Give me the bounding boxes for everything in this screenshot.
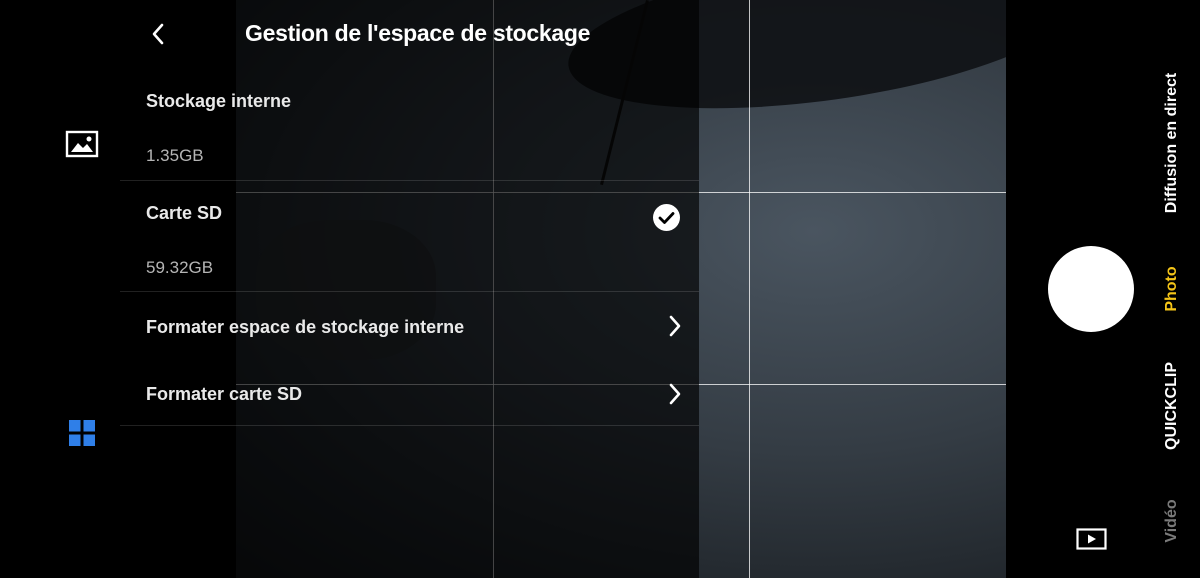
mode-quickclip[interactable]: QUICKCLIP: [1163, 362, 1181, 450]
sd-card-size: 59.32GB: [146, 258, 214, 277]
format-sd-option[interactable]: Formater carte SD: [120, 360, 699, 426]
mode-video[interactable]: Vidéo: [1163, 499, 1181, 542]
format-internal-label: Formater espace de stockage interne: [146, 317, 465, 337]
sd-card-option[interactable]: Carte SD 59.32GB: [120, 181, 699, 292]
format-internal-option[interactable]: Formater espace de stockage interne: [120, 292, 699, 359]
check-circle-icon: [653, 204, 680, 231]
internal-storage-option[interactable]: Stockage interne 1.35GB: [120, 70, 699, 181]
internal-storage-size: 1.35GB: [146, 146, 204, 165]
internal-storage-label: Stockage interne: [146, 91, 292, 111]
grid-line: [749, 0, 750, 578]
page-title: Gestion de l'espace de stockage: [245, 20, 591, 46]
mode-photo[interactable]: Photo: [1163, 266, 1181, 311]
grid-icon[interactable]: [69, 420, 95, 446]
format-sd-label: Formater carte SD: [146, 384, 303, 404]
panel-header: Gestion de l'espace de stockage: [120, 0, 699, 70]
gallery-icon[interactable]: [65, 130, 99, 158]
shutter-button[interactable]: [1048, 246, 1134, 332]
mode-live-stream[interactable]: Diffusion en direct: [1163, 73, 1181, 213]
chevron-right-icon: [665, 382, 685, 406]
back-button[interactable]: [142, 18, 174, 50]
playback-icon[interactable]: [1076, 528, 1107, 550]
storage-settings-panel: Gestion de l'espace de stockage Stockage…: [120, 0, 699, 578]
chevron-left-icon: [152, 23, 164, 45]
sd-card-label: Carte SD: [146, 203, 223, 223]
chevron-right-icon: [665, 314, 685, 338]
